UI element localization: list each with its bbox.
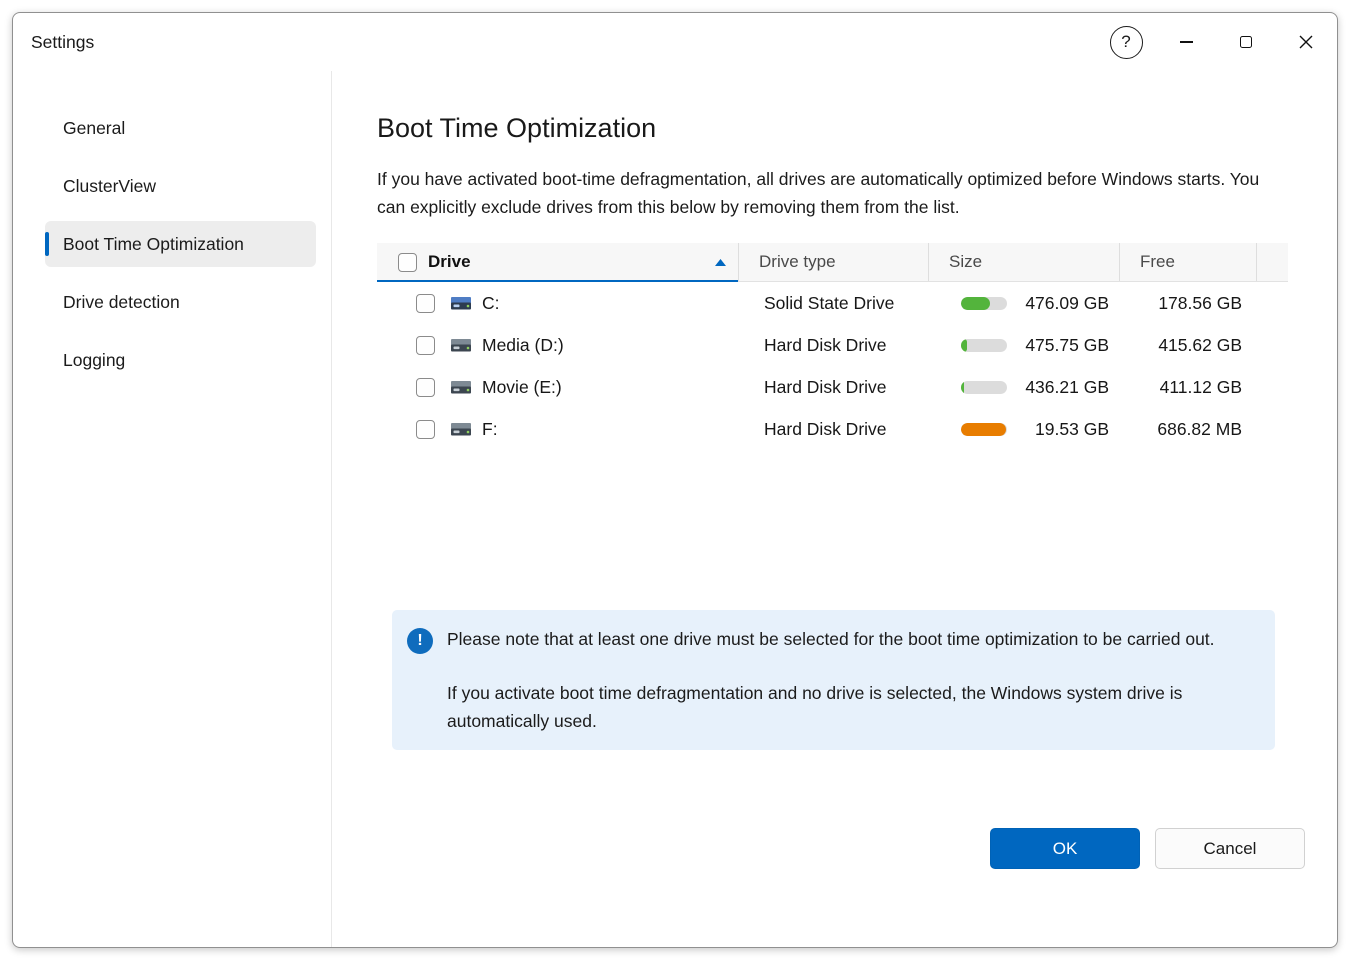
drive-checkbox[interactable] — [416, 336, 435, 355]
drive-size: 476.09 GB — [1007, 293, 1119, 314]
usage-bar — [961, 423, 1007, 436]
close-button[interactable] — [1283, 19, 1329, 65]
drive-free: 178.56 GB — [1119, 293, 1256, 314]
drive-table: Drive Drive type Size Free — [377, 243, 1288, 450]
settings-window: Settings ? General ClusterVi — [12, 12, 1338, 948]
usage-bar — [961, 381, 1007, 394]
drive-type: Hard Disk Drive — [738, 419, 928, 440]
help-button[interactable]: ? — [1103, 19, 1149, 65]
close-icon — [1299, 35, 1313, 49]
drive-name: F: — [482, 419, 498, 440]
minimize-icon — [1180, 41, 1193, 43]
sidebar-item-label: General — [63, 118, 125, 139]
column-header-drive-type-label: Drive type — [759, 252, 836, 272]
drive-free: 415.62 GB — [1119, 335, 1256, 356]
drive-type: Hard Disk Drive — [738, 335, 928, 356]
sidebar-item-clusterview[interactable]: ClusterView — [45, 163, 316, 209]
column-header-size-label: Size — [949, 252, 982, 272]
sidebar-item-boot-time-optimization[interactable]: Boot Time Optimization — [45, 221, 316, 267]
info-box: ! Please note that at least one drive mu… — [392, 610, 1275, 750]
sidebar-item-label: ClusterView — [63, 176, 156, 197]
column-header-free-label: Free — [1140, 252, 1175, 272]
footer: OK Cancel — [377, 828, 1305, 869]
drive-free: 411.12 GB — [1119, 377, 1256, 398]
page-title: Boot Time Optimization — [377, 111, 1288, 145]
column-header-size[interactable]: Size — [928, 243, 1119, 281]
drive-checkbox[interactable] — [416, 378, 435, 397]
titlebar: Settings ? — [13, 13, 1337, 71]
table-row[interactable]: C: Solid State Drive 476.09 GB 178.56 GB — [377, 282, 1288, 324]
drive-icon — [449, 377, 473, 397]
sort-ascending-icon — [715, 259, 726, 266]
drive-size: 436.21 GB — [1007, 377, 1119, 398]
sidebar: General ClusterView Boot Time Optimizati… — [13, 71, 332, 947]
sidebar-item-general[interactable]: General — [45, 105, 316, 151]
info-box-text: Please note that at least one drive must… — [447, 625, 1249, 735]
sidebar-item-logging[interactable]: Logging — [45, 337, 316, 383]
drive-icon — [449, 335, 473, 355]
sidebar-item-label: Drive detection — [63, 292, 180, 313]
table-row[interactable]: F: Hard Disk Drive 19.53 GB 686.82 MB — [377, 408, 1288, 450]
sidebar-item-label: Logging — [63, 350, 125, 371]
drive-name: C: — [482, 293, 500, 314]
sidebar-item-drive-detection[interactable]: Drive detection — [45, 279, 316, 325]
drive-size: 475.75 GB — [1007, 335, 1119, 356]
window-title: Settings — [31, 32, 94, 53]
drive-size: 19.53 GB — [1007, 419, 1119, 440]
select-all-checkbox[interactable] — [398, 253, 417, 272]
column-header-free[interactable]: Free — [1119, 243, 1256, 281]
help-icon: ? — [1110, 26, 1143, 59]
drive-checkbox[interactable] — [416, 420, 435, 439]
table-header: Drive Drive type Size Free — [377, 243, 1288, 282]
sidebar-item-label: Boot Time Optimization — [63, 234, 244, 255]
page-description: If you have activated boot-time defragme… — [377, 165, 1288, 221]
info-paragraph: Please note that at least one drive must… — [447, 625, 1249, 653]
usage-bar — [961, 297, 1007, 310]
table-row[interactable]: Movie (E:) Hard Disk Drive 436.21 GB 411… — [377, 366, 1288, 408]
maximize-icon — [1240, 36, 1253, 49]
info-paragraph: If you activate boot time defragmentatio… — [447, 679, 1249, 735]
drive-free: 686.82 MB — [1119, 419, 1256, 440]
column-header-drive[interactable]: Drive — [377, 243, 738, 281]
usage-bar — [961, 339, 1007, 352]
titlebar-buttons: ? — [1103, 13, 1337, 71]
ok-button[interactable]: OK — [990, 828, 1140, 869]
selected-indicator — [45, 232, 49, 256]
info-icon: ! — [407, 628, 433, 654]
main-content: Boot Time Optimization If you have activ… — [332, 71, 1337, 947]
cancel-button[interactable]: Cancel — [1155, 828, 1305, 869]
drive-icon — [449, 419, 473, 439]
drive-name: Movie (E:) — [482, 377, 562, 398]
table-row[interactable]: Media (D:) Hard Disk Drive 475.75 GB 415… — [377, 324, 1288, 366]
drive-icon — [449, 293, 473, 313]
drive-type: Solid State Drive — [738, 293, 928, 314]
column-header-filler — [1256, 243, 1288, 281]
drive-name: Media (D:) — [482, 335, 564, 356]
column-header-drive-type[interactable]: Drive type — [738, 243, 928, 281]
minimize-button[interactable] — [1163, 19, 1209, 65]
column-header-drive-label: Drive — [428, 252, 471, 272]
drive-type: Hard Disk Drive — [738, 377, 928, 398]
drive-checkbox[interactable] — [416, 294, 435, 313]
maximize-button[interactable] — [1223, 19, 1269, 65]
